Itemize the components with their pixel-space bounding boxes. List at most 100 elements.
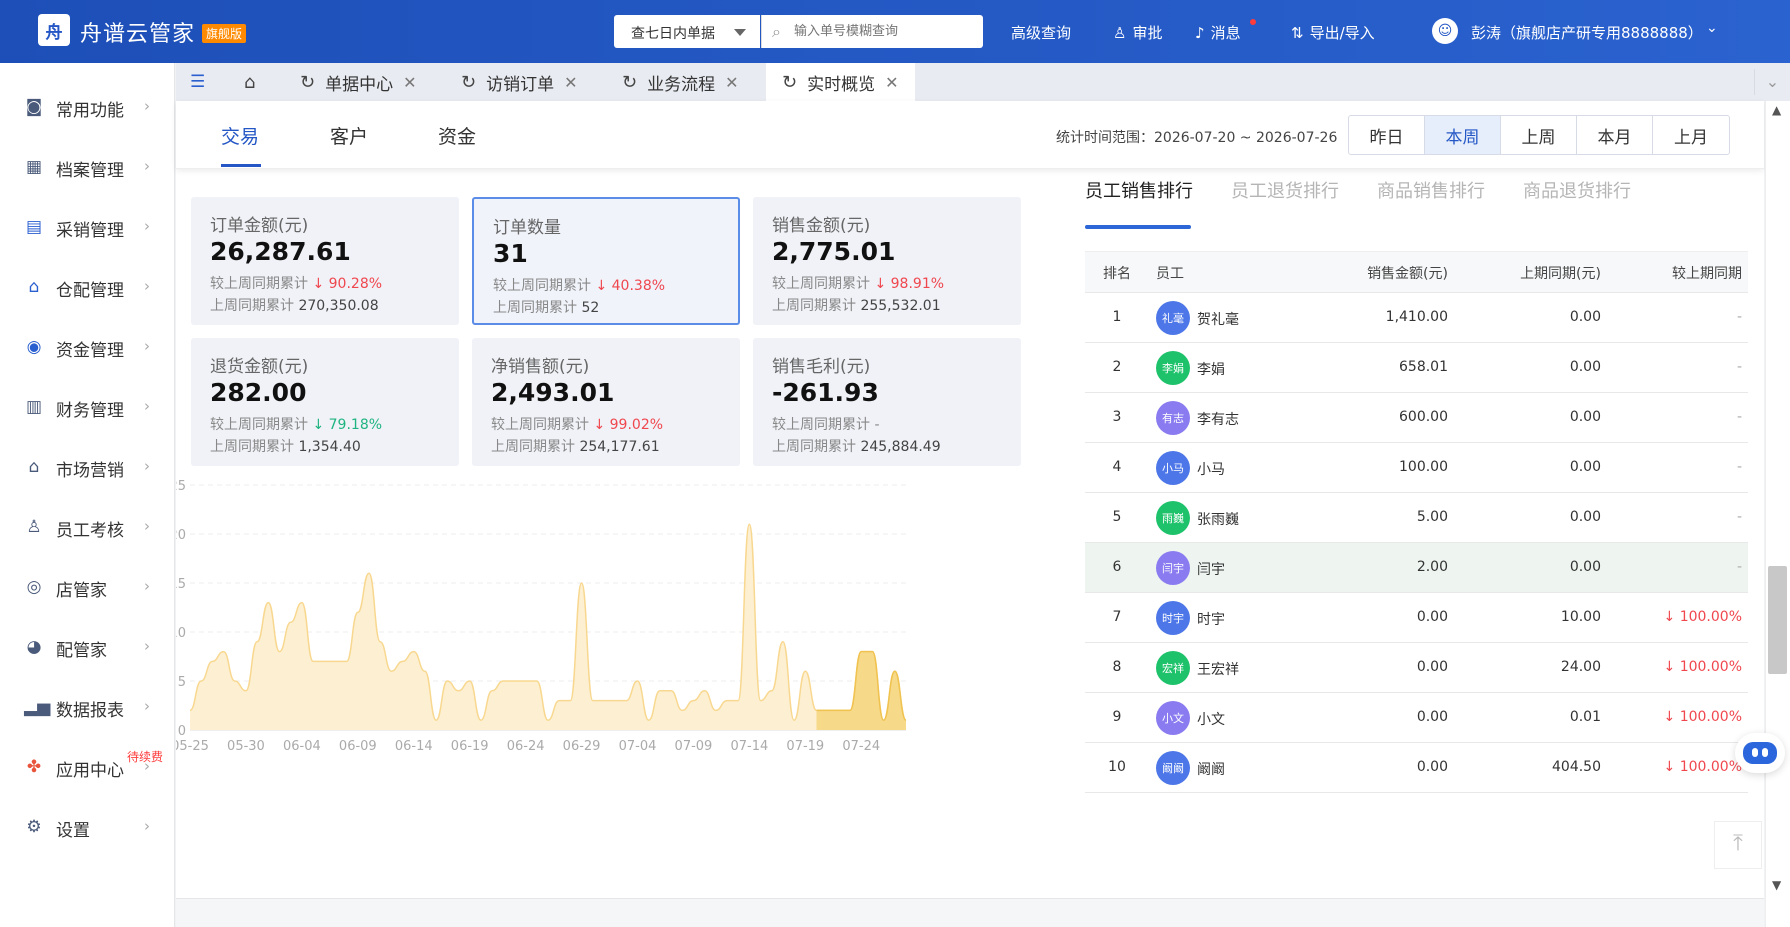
rank-tab-employee-sales[interactable]: 员工销售排行 [1085, 177, 1193, 203]
refresh-icon: ↻ [300, 71, 316, 93]
chevron-down-icon[interactable]: ⌄ [1706, 20, 1718, 36]
sidebar-item-purchase-sales[interactable]: ▤ 采销管理 › [0, 207, 175, 247]
table-row[interactable]: 6 闫宇 闫宇 2.00 0.00 - [1085, 543, 1748, 593]
kpi-compare-value: 79.18% [328, 417, 383, 433]
sidebar-item-employee[interactable]: ♙ 员工考核 › [0, 507, 175, 547]
period-last-month[interactable]: 上月 [1653, 116, 1729, 154]
avatar: 小马 [1156, 451, 1190, 485]
subtab-customers[interactable]: 客户 [330, 122, 368, 149]
user-name[interactable]: 彭涛（旗舰店产研专用8888888） [1471, 22, 1703, 43]
sidebar-item-delivery-manager[interactable]: ◕ 配管家 › [0, 627, 175, 667]
messages-link[interactable]: ♪ 消息 [1195, 22, 1241, 43]
period-last-week[interactable]: 上周 [1501, 116, 1577, 154]
sidebar-item-reports[interactable]: ▂▅ 数据报表 › [0, 687, 175, 727]
change-value: - [1736, 359, 1742, 375]
assistant-robot-button[interactable] [1735, 733, 1785, 773]
sidebar-item-settings[interactable]: ⚙ 设置 › [0, 807, 175, 847]
table-row[interactable]: 1 礼毫 贺礼毫 1,410.00 0.00 - [1085, 293, 1748, 343]
tab-business-process[interactable]: ↻ 业务流程 ✕ [622, 63, 739, 101]
kpi-title: 销售毛利(元) [772, 357, 871, 377]
kpi-value: 2,775.01 [772, 237, 896, 266]
kpi-return-amount[interactable]: 退货金额(元) 282.00 较上周同期累计 ↓ 79.18% 上周同期累计 1… [191, 338, 459, 466]
tab-label: 业务流程 [647, 74, 716, 95]
tab-realtime-overview[interactable]: ↻ 实时概览 ✕ [766, 63, 915, 101]
chevron-right-icon: › [144, 697, 150, 715]
rank-cell: 4 [1112, 459, 1122, 475]
employee-name: 小文 [1197, 712, 1225, 728]
subtab-funds[interactable]: 资金 [438, 122, 476, 149]
table-row[interactable]: 10 阚阚 阚阚 0.00 404.50 ↓ 100.00% [1085, 743, 1748, 793]
active-tab-indicator [221, 164, 261, 167]
sidebar-item-shop-manager[interactable]: ◎ 店管家 › [0, 567, 175, 607]
close-icon[interactable]: ✕ [725, 73, 738, 92]
table-row[interactable]: 8 宏祥 王宏祥 0.00 24.00 ↓ 100.00% [1085, 643, 1748, 693]
collapse-menu-icon[interactable]: ☰ [190, 72, 205, 92]
tab-home[interactable]: ⌂ [244, 63, 265, 101]
previous-cell: 0.01 [1569, 709, 1601, 725]
table-row[interactable]: 5 雨巍 张雨巍 5.00 0.00 - [1085, 493, 1748, 543]
kpi-gross-profit[interactable]: 销售毛利(元) -261.93 较上周同期累计 - 上周同期累计 245,884… [753, 338, 1021, 466]
refresh-icon: ↻ [622, 71, 638, 93]
avatar: 宏祥 [1156, 651, 1190, 685]
kpi-previous: 上周同期累计 52 [493, 297, 599, 317]
chevron-right-icon: › [144, 637, 150, 655]
export-import-link[interactable]: ⇅ 导出/导入 [1291, 22, 1375, 43]
ranking-table: 排名 员工 销售金额(元) 上期同期(元) 较上期同期 1 礼毫 贺礼毫 1,410.… [1085, 251, 1748, 793]
sidebar-item-marketing[interactable]: ⌂ 市场营销 › [0, 447, 175, 487]
col-header-change: 较上期同期 [1672, 266, 1742, 282]
x-tick-label: 06-24 [507, 739, 545, 754]
rank-tab-product-returns[interactable]: 商品退货排行 [1523, 177, 1631, 203]
period-yesterday[interactable]: 昨日 [1349, 116, 1425, 154]
order-search-box[interactable]: ⌕ [761, 15, 983, 48]
sidebar-item-label: 档案管理 [56, 161, 124, 181]
tab-visit-orders[interactable]: ↻ 访销订单 ✕ [461, 63, 578, 101]
table-row[interactable]: 2 李娟 李娟 658.01 0.00 - [1085, 343, 1748, 393]
scrollbar[interactable] [1765, 101, 1790, 927]
sidebar-item-finance[interactable]: ▥ 财务管理 › [0, 387, 175, 427]
sidebar-item-common[interactable]: ◙ 常用功能 › [0, 87, 175, 127]
kpi-previous: 上周同期累计 270,350.08 [210, 295, 379, 315]
rank-cell: 3 [1112, 409, 1122, 425]
highlight-series-line [816, 650, 907, 721]
sidebar-item-archive[interactable]: ▦ 档案管理 › [0, 147, 175, 187]
kpi-value: -261.93 [772, 378, 879, 407]
close-icon[interactable]: ✕ [564, 73, 577, 92]
scrollbar-thumb[interactable] [1768, 566, 1787, 674]
sidebar-item-warehouse[interactable]: ⌂ 仓配管理 › [0, 267, 175, 307]
back-to-top-icon[interactable]: ⤒ [1714, 821, 1762, 869]
close-icon[interactable]: ✕ [885, 73, 898, 92]
tab-document-center[interactable]: ↻ 单据中心 ✕ [300, 63, 417, 101]
sidebar-item-funds[interactable]: ◉ 资金管理 › [0, 327, 175, 367]
kpi-order-amount[interactable]: 订单金额(元) 26,287.61 较上周同期累计 ↓ 90.28% 上周同期累… [191, 197, 459, 325]
table-row[interactable]: 9 小文 小文 0.00 0.01 ↓ 100.00% [1085, 693, 1748, 743]
chevron-right-icon: › [144, 397, 150, 415]
chevron-right-icon: › [144, 577, 150, 595]
kpi-net-sales[interactable]: 净销售额(元) 2,493.01 较上周同期累计 ↓ 99.02% 上周同期累计… [472, 338, 740, 466]
table-row[interactable]: 7 时宇 时宇 0.00 10.00 ↓ 100.00% [1085, 593, 1748, 643]
avatar: 雨巍 [1156, 501, 1190, 535]
table-row[interactable]: 3 有志 李有志 600.00 0.00 - [1085, 393, 1748, 443]
report-chart-icon: ▂▅ [24, 697, 51, 717]
table-row[interactable]: 4 小马 小马 100.00 0.00 - [1085, 443, 1748, 493]
kpi-title: 订单金额(元) [210, 216, 309, 236]
order-search-input[interactable] [794, 21, 979, 41]
rank-cell: 6 [1112, 559, 1122, 575]
period-this-month[interactable]: 本月 [1577, 116, 1653, 154]
user-avatar[interactable]: ☺ [1432, 18, 1458, 44]
kpi-order-count[interactable]: 订单数量 31 较上周同期累计 ↓ 40.38% 上周同期累计 52 [472, 197, 740, 325]
change-value: 100.00% [1679, 709, 1742, 725]
tab-dropdown-icon[interactable]: ⌄ [1754, 69, 1790, 95]
approval-link[interactable]: ♙ 审批 [1113, 22, 1162, 43]
rank-tab-product-sales[interactable]: 商品销售排行 [1377, 177, 1485, 203]
advanced-query-link[interactable]: 高级查询 [1011, 22, 1071, 43]
close-icon[interactable]: ✕ [403, 73, 416, 92]
kpi-compare-value: 98.91% [890, 276, 945, 292]
arrow-down-icon: ↓ [595, 278, 608, 294]
kpi-sales-amount[interactable]: 销售金额(元) 2,775.01 较上周同期累计 ↓ 98.91% 上周同期累计… [753, 197, 1021, 325]
query-range-select[interactable]: 查七日内单据 [614, 15, 760, 48]
rank-tab-employee-returns[interactable]: 员工退货排行 [1231, 177, 1339, 203]
period-this-week[interactable]: 本周 [1425, 116, 1501, 154]
scroll-down-arrow-icon[interactable]: ▼ [1772, 878, 1781, 892]
scroll-up-arrow-icon[interactable]: ▲ [1772, 103, 1781, 117]
subtab-trade[interactable]: 交易 [221, 122, 259, 149]
